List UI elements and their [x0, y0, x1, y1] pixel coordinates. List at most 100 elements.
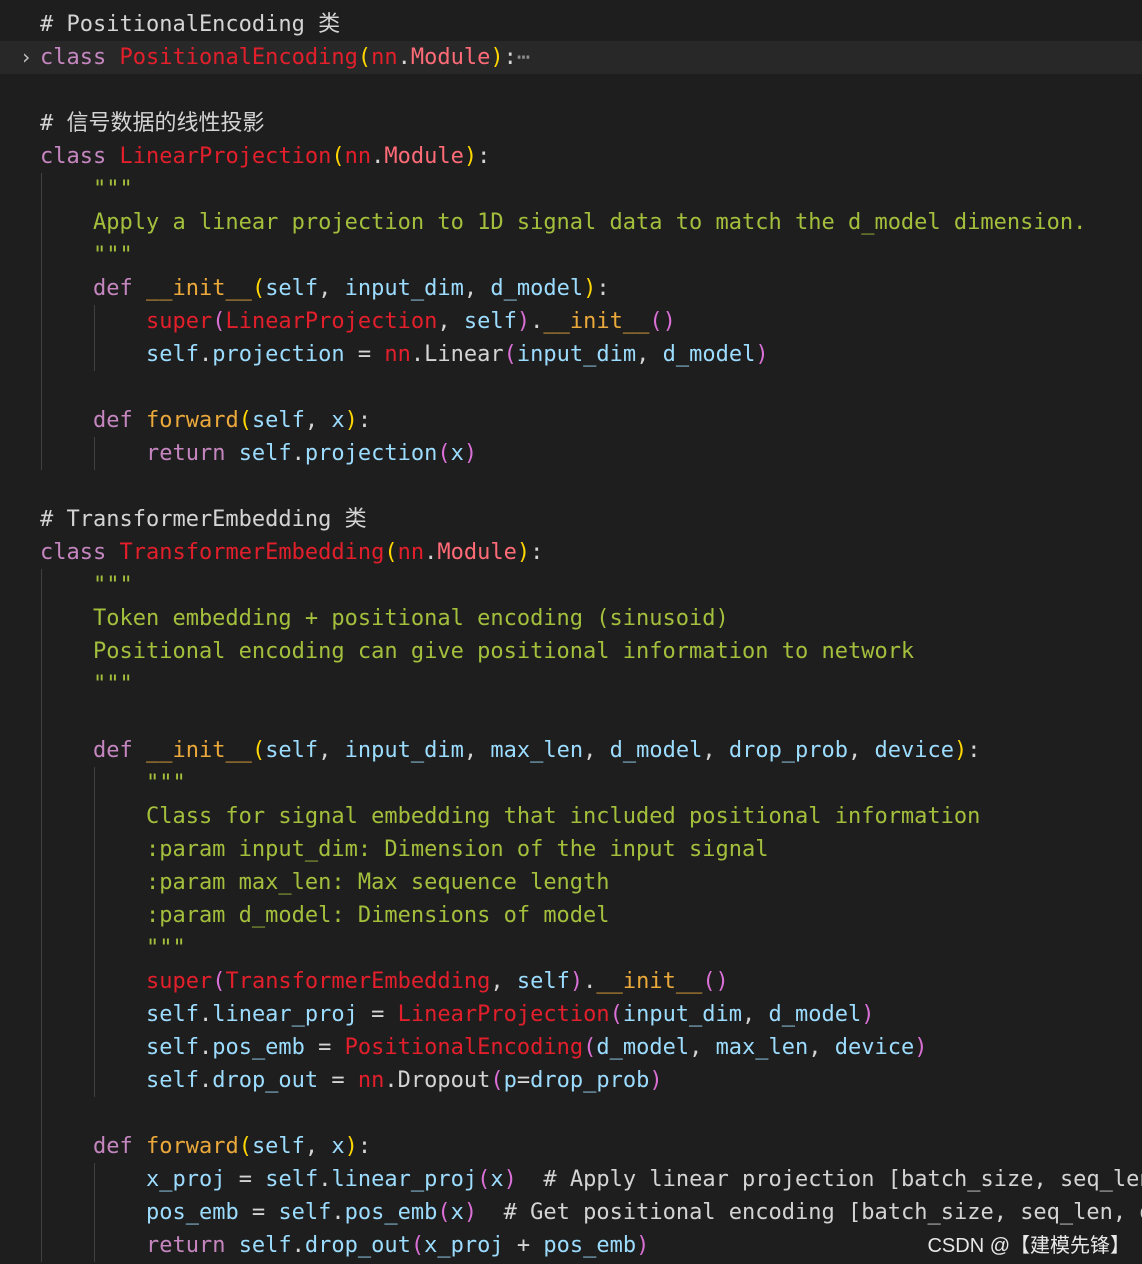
code-token: (: [384, 540, 398, 565]
code-text: super(TransformerEmbedding, self).__init…: [40, 965, 729, 998]
code-editor[interactable]: # PositionalEncoding 类 › class PositionalE…: [0, 0, 1142, 1264]
code-text: pos_emb = self.pos_emb(x) # Get position…: [40, 1196, 1142, 1229]
code-token: return: [145, 441, 239, 466]
code-text: Token embedding + positional encoding (s…: [40, 602, 729, 635]
code-token: ): [463, 144, 478, 169]
code-line[interactable]: def forward(self, x):: [0, 404, 1142, 437]
code-token: =: [225, 1167, 266, 1192]
code-line[interactable]: def __init__(self, input_dim, d_model):: [0, 272, 1142, 305]
code-token: LinearProjection: [119, 144, 332, 169]
code-line[interactable]: :param max_len: Max sequence length: [0, 866, 1142, 899]
fold-chevron-icon[interactable]: ›: [20, 41, 32, 74]
code-token: =: [318, 1068, 358, 1093]
code-token: ,: [463, 276, 491, 301]
code-line[interactable]: super(LinearProjection, self).__init__(): [0, 305, 1142, 338]
code-line[interactable]: [0, 371, 1142, 404]
code-token: Dropout: [397, 1068, 491, 1093]
code-line[interactable]: self.projection = nn.Linear(input_dim, d…: [0, 338, 1142, 371]
code-token: :: [967, 738, 981, 763]
code-line[interactable]: """: [0, 569, 1142, 602]
code-line[interactable]: def __init__(self, input_dim, max_len, d…: [0, 734, 1142, 767]
code-token: :: [530, 540, 544, 565]
code-token: x: [450, 1200, 464, 1225]
code-token: projection: [304, 441, 438, 466]
code-text: def __init__(self, input_dim, d_model):: [40, 272, 610, 305]
code-token: """: [40, 573, 133, 598]
code-line[interactable]: return self.projection(x): [0, 437, 1142, 470]
code-line[interactable]: def forward(self, x):: [0, 1130, 1142, 1163]
code-line[interactable]: x_proj = self.linear_proj(x) # Apply lin…: [0, 1163, 1142, 1196]
code-token: ): [914, 1035, 928, 1060]
code-token: class: [40, 144, 120, 169]
code-token: self: [516, 969, 570, 994]
code-text: Class for signal embedding that included…: [40, 800, 980, 833]
code-token: """: [40, 243, 133, 268]
code-text: :param input_dim: Dimension of the input…: [40, 833, 769, 866]
code-line[interactable]: :param input_dim: Dimension of the input…: [0, 833, 1142, 866]
code-line[interactable]: [0, 470, 1142, 503]
code-text: class PositionalEncoding(nn.Module):⋯: [40, 41, 530, 74]
code-line[interactable]: Positional encoding can give positional …: [0, 635, 1142, 668]
code-token: pos_emb: [212, 1035, 305, 1060]
code-token: ,: [463, 738, 491, 763]
code-token: self: [145, 342, 199, 367]
code-line[interactable]: [0, 74, 1142, 107]
code-text: """: [40, 767, 186, 800]
code-token: :: [596, 276, 610, 301]
code-line[interactable]: :param d_model: Dimensions of model: [0, 899, 1142, 932]
code-token: x: [331, 408, 345, 433]
code-line[interactable]: self.pos_emb = PositionalEncoding(d_mode…: [0, 1031, 1142, 1064]
code-token: TransformerEmbedding: [225, 969, 491, 994]
code-token: +: [503, 1233, 544, 1258]
code-line[interactable]: self.linear_proj = LinearProjection(inpu…: [0, 998, 1142, 1031]
code-line[interactable]: # TransformerEmbedding 类: [0, 503, 1142, 536]
code-token: (: [503, 342, 517, 367]
code-token: .: [331, 1200, 345, 1225]
code-token: p: [503, 1068, 517, 1093]
code-token: nn: [357, 1068, 385, 1093]
code-token: (: [490, 1068, 504, 1093]
code-token: PositionalEncoding: [344, 1035, 584, 1060]
code-token: (: [251, 738, 266, 763]
code-token: (: [331, 144, 345, 169]
code-token: """: [40, 177, 133, 202]
code-token: Module: [410, 45, 491, 70]
code-token: ): [463, 441, 478, 466]
code-line[interactable]: [0, 701, 1142, 734]
code-token: Apply a linear projection to 1D signal d…: [40, 210, 1087, 235]
code-line[interactable]: › class PositionalEncoding(nn.Module):⋯: [0, 41, 1142, 74]
code-line[interactable]: Token embedding + positional encoding (s…: [0, 602, 1142, 635]
code-line[interactable]: # 信号数据的线性投影: [0, 107, 1142, 140]
code-token: ): [516, 540, 531, 565]
code-token: pos_emb: [145, 1200, 239, 1225]
code-token: (: [437, 1200, 451, 1225]
code-line[interactable]: [0, 1097, 1142, 1130]
code-line[interactable]: Apply a linear projection to 1D signal d…: [0, 206, 1142, 239]
code-line[interactable]: pos_emb = self.pos_emb(x) # Get position…: [0, 1196, 1142, 1229]
code-line[interactable]: super(TransformerEmbedding, self).__init…: [0, 965, 1142, 998]
code-token: forward: [145, 1134, 239, 1159]
code-line[interactable]: """: [0, 239, 1142, 272]
code-line[interactable]: class LinearProjection(nn.Module):: [0, 140, 1142, 173]
code-line[interactable]: """: [0, 668, 1142, 701]
code-text: # PositionalEncoding 类: [40, 8, 340, 41]
code-token: (): [649, 309, 676, 334]
code-token: d_model: [596, 1035, 690, 1060]
code-line[interactable]: """: [0, 173, 1142, 206]
code-token: =: [238, 1200, 279, 1225]
code-token: =: [344, 342, 385, 367]
code-line[interactable]: # PositionalEncoding 类: [0, 8, 1142, 41]
code-line[interactable]: """: [0, 767, 1142, 800]
code-line[interactable]: """: [0, 932, 1142, 965]
code-token: ,: [636, 342, 663, 367]
code-token: # Get positional encoding [batch_size, s…: [477, 1200, 1142, 1225]
code-line[interactable]: class TransformerEmbedding(nn.Module):: [0, 536, 1142, 569]
code-line[interactable]: Class for signal embedding that included…: [0, 800, 1142, 833]
code-token: x: [331, 1134, 345, 1159]
code-token: # Apply linear projection [batch_size, s…: [516, 1167, 1142, 1192]
code-token: return: [145, 1233, 239, 1258]
code-line[interactable]: self.drop_out = nn.Dropout(p=drop_prob): [0, 1064, 1142, 1097]
